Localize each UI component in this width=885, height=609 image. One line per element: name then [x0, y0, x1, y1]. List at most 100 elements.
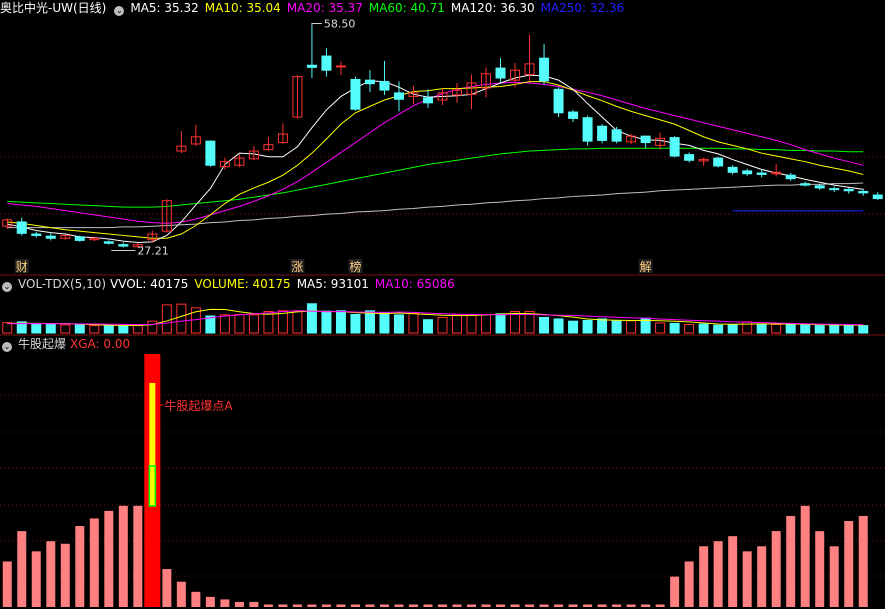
candle-body	[611, 129, 622, 142]
grid	[0, 156, 885, 577]
candle-body	[364, 79, 375, 85]
volume-bar	[655, 322, 666, 334]
volume-bar	[219, 314, 230, 334]
volume-bar	[350, 314, 361, 334]
signal-bar	[452, 604, 462, 607]
candle-body	[495, 67, 506, 79]
candle-body	[597, 125, 608, 141]
candle-body	[553, 88, 564, 114]
candle-body	[205, 140, 216, 166]
signal-bar	[510, 604, 520, 607]
volume-bar	[626, 320, 637, 334]
volume-bar	[335, 310, 346, 334]
volume-bar	[713, 324, 724, 334]
signal-bar	[292, 604, 302, 607]
signal-bar	[31, 551, 41, 607]
volume-bar	[132, 325, 143, 334]
signal-bar	[2, 561, 12, 607]
signal-bar	[655, 604, 665, 607]
candle-body	[539, 57, 550, 82]
signal-bars: 牛股起爆点A	[2, 354, 868, 607]
volume-bar	[176, 303, 187, 334]
volume-bar	[698, 323, 709, 334]
volume-bar	[858, 325, 869, 334]
event-marker: 解	[640, 260, 652, 274]
signal-bar	[234, 601, 244, 607]
candle-body	[582, 117, 593, 142]
candle-body	[350, 78, 361, 110]
signal-bar	[844, 520, 854, 607]
signal-bar	[496, 604, 506, 607]
price-annotations: 58.50 27.21 财 涨 榜 解	[14, 18, 653, 274]
candle-body	[684, 154, 695, 161]
candle-body	[785, 174, 796, 180]
volume-bar	[742, 321, 753, 334]
signal-bar	[713, 541, 723, 607]
volume-bar	[292, 310, 303, 334]
volume-bar	[408, 312, 419, 334]
candle-body	[713, 157, 724, 167]
burst-annotation: 牛股起爆点A	[164, 398, 233, 413]
signal-bar	[249, 601, 259, 607]
signal-bar	[568, 604, 578, 607]
signal-bar	[858, 515, 868, 607]
volume-bar	[800, 324, 811, 334]
signal-bar	[423, 604, 433, 607]
volume-bar	[31, 323, 42, 334]
candle-body	[16, 221, 27, 234]
volume-bar	[393, 314, 404, 334]
high-pointer	[311, 23, 322, 26]
candle-body	[306, 64, 317, 68]
volume-bar	[60, 324, 71, 334]
signal-bar	[365, 604, 375, 607]
ma20-line	[7, 81, 864, 224]
chart-canvas: 58.50 27.21 财 涨 榜 解 牛股起爆点A	[0, 18, 885, 607]
burst-yellow-bar	[149, 383, 156, 466]
signal-bar	[350, 604, 360, 607]
volume-bar	[422, 319, 433, 334]
signal-bar	[742, 551, 752, 607]
signal-bar	[89, 518, 99, 607]
volume-bar	[306, 303, 317, 334]
candle-body	[335, 65, 346, 68]
candle-body	[669, 137, 680, 157]
signal-bar	[336, 604, 346, 607]
volume-bar	[103, 325, 114, 334]
candle-body	[640, 135, 651, 144]
signal-bar	[554, 604, 564, 607]
signal-bar	[800, 505, 810, 607]
volume-bars	[2, 303, 869, 334]
volume-bar	[814, 325, 825, 334]
candle-body	[858, 190, 869, 194]
signal-bar	[670, 576, 680, 607]
volume-bar	[785, 323, 796, 334]
candle-body	[321, 55, 332, 71]
signal-bar	[481, 604, 491, 607]
signal-bar	[641, 604, 651, 607]
volume-bar	[234, 314, 245, 334]
candle-body	[568, 111, 579, 119]
volume-ma10-line	[7, 310, 864, 326]
signal-bar	[176, 581, 186, 607]
signal-bar	[321, 604, 331, 607]
signal-bar	[278, 604, 288, 607]
candle-body	[379, 81, 390, 91]
volume-bar	[553, 318, 564, 334]
signal-bar	[408, 604, 418, 607]
volume-bar	[45, 323, 56, 334]
volume-bar	[364, 310, 375, 334]
signal-bar	[757, 546, 767, 607]
volume-bar	[843, 324, 854, 334]
candle-body	[31, 233, 42, 236]
volume-bar	[161, 304, 172, 334]
candle-body	[843, 188, 854, 192]
volume-bar	[379, 312, 390, 334]
signal-bar	[118, 505, 128, 607]
volume-bar	[74, 324, 85, 334]
volume-bar	[597, 318, 608, 334]
low-label: 27.21	[137, 244, 169, 257]
ma60-line	[7, 147, 864, 208]
volume-bar	[771, 323, 782, 334]
volume-bar	[277, 310, 288, 334]
burst-green-box	[148, 465, 157, 507]
